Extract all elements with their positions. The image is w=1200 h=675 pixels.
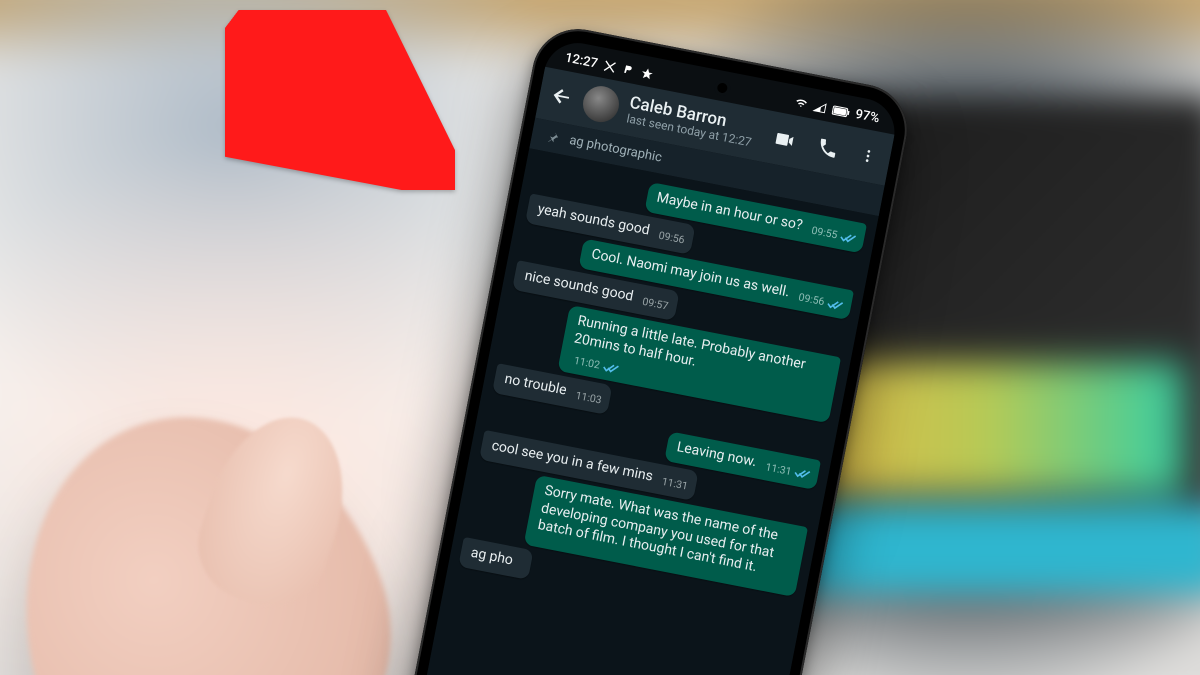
back-arrow-icon	[549, 84, 575, 110]
wifi-icon	[793, 96, 808, 111]
notification-icon	[640, 66, 655, 81]
message-meta	[535, 541, 539, 542]
paypal-notification-icon	[621, 62, 636, 77]
pin-icon	[545, 129, 561, 145]
message-time: 11:02	[573, 354, 601, 372]
read-ticks-icon	[793, 467, 811, 481]
message-text: Leaving now.	[675, 439, 758, 472]
message-time: 09:57	[641, 295, 669, 313]
annotation-arrow	[225, 10, 455, 194]
signal-icon	[812, 99, 827, 114]
message-time: 09:55	[810, 224, 838, 242]
message-meta: 11:03	[570, 388, 602, 407]
message-time: 11:03	[574, 389, 602, 407]
voice-call-button[interactable]	[815, 135, 841, 161]
message-meta: 09:56	[654, 228, 686, 247]
battery-percent: 97%	[854, 106, 881, 125]
read-ticks-icon	[602, 361, 620, 375]
message-time: 11:31	[764, 461, 792, 479]
message-meta	[517, 572, 521, 573]
message-meta: 09:57	[637, 294, 669, 313]
message-text: no trouble	[503, 371, 568, 401]
x-notification-icon	[602, 58, 617, 73]
more-options-button[interactable]	[858, 144, 878, 169]
video-camera-icon	[772, 127, 798, 153]
battery-icon	[831, 103, 851, 119]
message-time: 09:56	[797, 291, 825, 309]
more-vertical-icon	[858, 144, 878, 169]
phone-icon	[815, 135, 841, 161]
back-button[interactable]	[548, 82, 576, 110]
contact-avatar[interactable]	[580, 83, 622, 125]
message-time: 09:56	[657, 229, 685, 247]
read-ticks-icon	[839, 231, 857, 245]
message-meta: 11:31	[760, 460, 811, 483]
message-time: 11:31	[661, 475, 689, 493]
message-meta: 09:56	[793, 290, 844, 313]
message-meta: 11:31	[657, 474, 689, 493]
read-ticks-icon	[826, 298, 844, 312]
status-time: 12:27	[564, 50, 599, 71]
message-text: ag pho	[469, 545, 514, 571]
message-meta: 09:55	[806, 223, 857, 246]
message-meta: 11:02	[569, 353, 620, 376]
video-call-button[interactable]	[772, 127, 798, 153]
